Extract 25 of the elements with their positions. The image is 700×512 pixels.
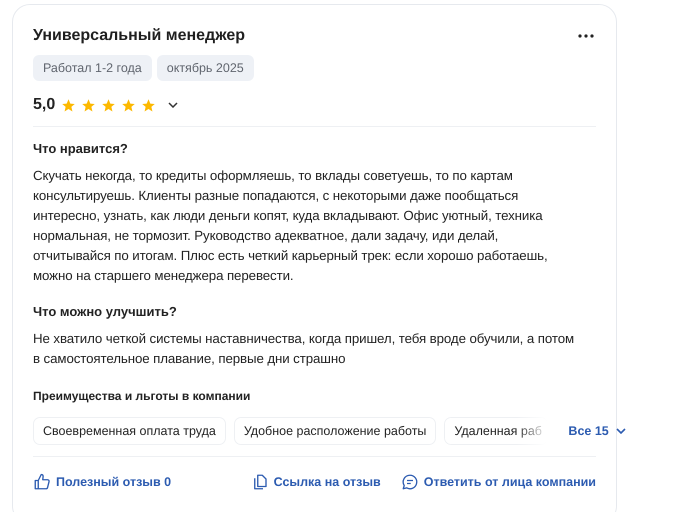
comment-icon: [400, 473, 419, 491]
star-icon: [121, 98, 136, 112]
section-heading: Что нравится?: [33, 141, 129, 156]
tag: октябрь 2025: [156, 55, 254, 81]
more-icon[interactable]: [578, 34, 594, 38]
star-icon: [101, 98, 116, 112]
benefit-chip: Своевременная оплата труда: [33, 417, 226, 445]
star-icon: [141, 98, 156, 112]
chevron-down-icon: [616, 428, 626, 434]
tag: Работал 1-2 года: [33, 55, 152, 81]
chevron-down-icon[interactable]: [168, 102, 178, 108]
reply-button[interactable]: Ответить от лица компании: [400, 473, 596, 491]
benefits-heading: Преимущества и льготы в компании: [33, 389, 252, 403]
section-heading: Что можно улучшить?: [33, 304, 178, 319]
review-text: Не хватило четкой системы наставничества, когда пришел, тебя вроде обучили, а потом в самостоятельное плавание, первые дни страшно: [33, 330, 576, 368]
review-title: Универсальный менеджер: [33, 27, 245, 45]
review-text: Скучать некогда, то кредиты оформляешь, то вклады советуешь, то по картам консультируешь. Клиенты разные попадаются, с некоторыми даже пообщаться интересно, узнать, как люди деньги копят, куда вкладывают. Офис уютный, техника нормальная, не тормозит. Руководство адекватное, дали задачу, иди делай, отчитывайся по итогам. Плюс есть четкий карьерный трек: если хорошо работаешь, можно на старшего менеджера перевести.: [33, 167, 549, 285]
star-icon: [81, 98, 96, 112]
rating-value: 5,0: [33, 96, 56, 114]
thumbs-up-icon: [33, 473, 51, 491]
benefit-chip: Удобное расположение работы: [234, 417, 436, 445]
like-button[interactable]: Полезный отзыв 0: [33, 473, 172, 491]
show-all-button[interactable]: Все 15: [568, 424, 626, 438]
link-button[interactable]: Ссылка на отзыв: [250, 473, 381, 491]
star-icon: [61, 98, 76, 112]
